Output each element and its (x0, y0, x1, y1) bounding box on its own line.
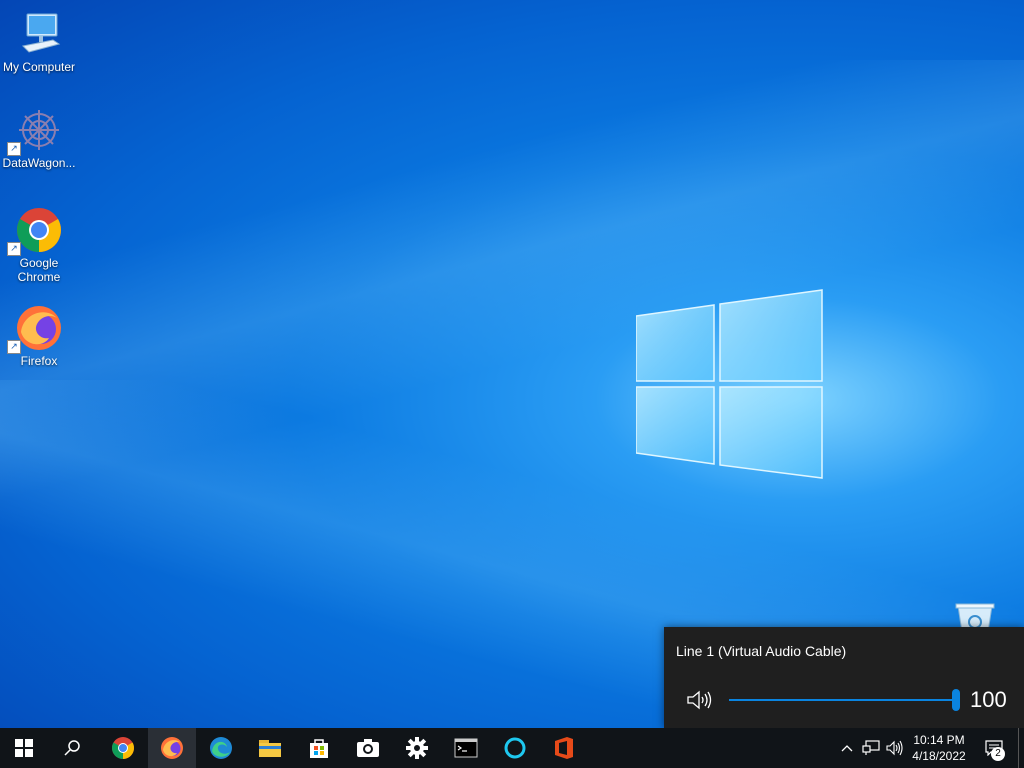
chevron-up-icon (841, 745, 853, 752)
search-button[interactable] (48, 728, 96, 768)
light-beam-upper (0, 60, 1024, 520)
desktop-icon-label: Google Chrome (17, 256, 61, 284)
show-hidden-icons-button[interactable] (838, 728, 856, 768)
desktop-icon-label: Firefox (20, 354, 58, 368)
taskbar-chrome[interactable] (99, 728, 147, 768)
chrome-icon: ↗ (7, 206, 63, 256)
desktop-icon-google-chrome[interactable]: ↗ Google Chrome (0, 206, 78, 284)
terminal-icon (454, 738, 478, 758)
firefox-icon (161, 737, 183, 759)
tray-clock[interactable]: 10:14 PM 4/18/2022 (904, 732, 974, 764)
speaker-icon[interactable] (686, 689, 712, 711)
clock-time: 10:14 PM (913, 733, 965, 747)
volume-tray-button[interactable] (884, 728, 906, 768)
shortcut-arrow-icon: ↗ (7, 242, 21, 256)
taskbar-cortana[interactable] (491, 728, 539, 768)
start-button[interactable] (0, 728, 48, 768)
taskbar-settings[interactable] (393, 728, 441, 768)
volume-value: 100 (970, 687, 1007, 712)
clock-date: 4/18/2022 (912, 749, 966, 763)
show-desktop-button[interactable] (1018, 728, 1024, 768)
shortcut-arrow-icon: ↗ (7, 142, 21, 156)
desktop-icon-label: My Computer (2, 60, 76, 74)
desktop-icon-label: DataWagon... (2, 156, 76, 170)
network-icon (862, 740, 880, 755)
store-icon (310, 739, 328, 758)
taskbar-office[interactable] (540, 728, 588, 768)
search-icon (64, 740, 80, 756)
audio-device-name[interactable]: Line 1 (Virtual Audio Cable) (676, 643, 846, 659)
windows-wallpaper-logo (636, 289, 823, 479)
taskbar-edge[interactable] (197, 728, 245, 768)
office-icon (555, 737, 573, 759)
computer-icon (15, 10, 63, 58)
desktop-icon-firefox[interactable]: ↗ Firefox (0, 304, 78, 368)
network-tray-button[interactable] (860, 728, 882, 768)
firefox-icon: ↗ (7, 304, 63, 354)
desktop-icon-my-computer[interactable]: My Computer (0, 10, 78, 74)
edge-icon (210, 737, 232, 759)
taskbar-store[interactable] (295, 728, 343, 768)
chrome-icon (112, 737, 134, 759)
notification-count-badge: 2 (991, 747, 1005, 761)
gear-icon (406, 737, 428, 759)
shortcut-arrow-icon: ↗ (7, 340, 21, 354)
datawagon-icon: ↗ (7, 106, 63, 156)
camera-icon (357, 739, 379, 757)
windows-start-icon (15, 739, 33, 757)
taskbar-terminal[interactable] (442, 728, 490, 768)
taskbar: 10:14 PM 4/18/2022 (0, 728, 1024, 768)
volume-flyout: Line 1 (Virtual Audio Cable) 100 (664, 627, 1024, 728)
volume-slider-track[interactable] (729, 699, 957, 701)
cortana-icon (504, 737, 526, 759)
taskbar-camera[interactable] (344, 728, 392, 768)
speaker-icon (886, 740, 903, 756)
desktop-icon-datawagon[interactable]: ↗ DataWagon... (0, 106, 78, 170)
folder-icon (259, 740, 281, 757)
taskbar-file-explorer[interactable] (246, 728, 294, 768)
volume-slider-thumb[interactable] (952, 689, 960, 711)
taskbar-firefox[interactable] (148, 728, 196, 768)
